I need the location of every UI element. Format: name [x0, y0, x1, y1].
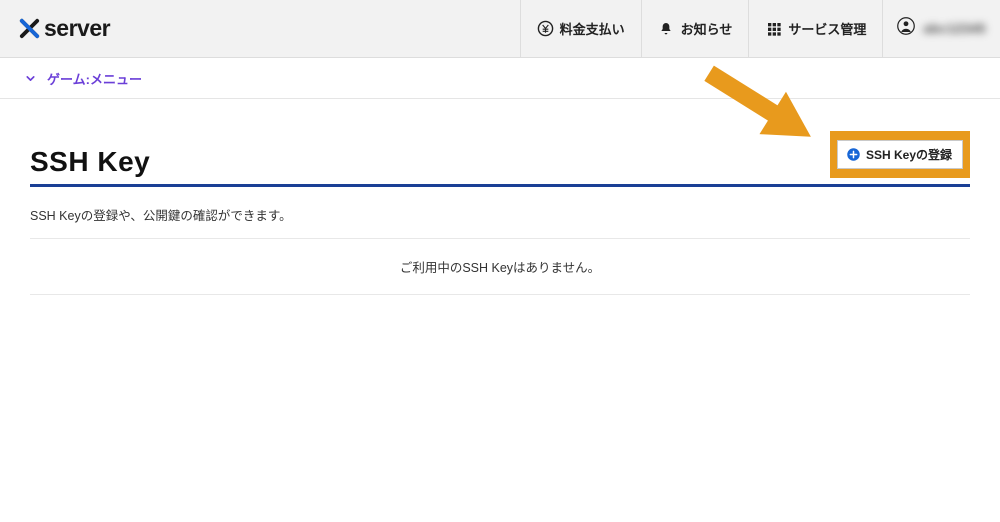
nav-services[interactable]: サービス管理 — [748, 0, 882, 57]
user-icon — [897, 17, 915, 40]
header-nav: 料金支払い お知らせ サービス管理 abc12345 — [520, 0, 1000, 57]
page-title: SSH Key — [30, 146, 150, 178]
brand-x-icon — [18, 17, 41, 40]
brand-name: server — [44, 15, 110, 42]
page-description: SSH Keyの登録や、公開鍵の確認ができます。 — [30, 205, 970, 224]
chevron-down-icon[interactable] — [24, 72, 37, 85]
divider — [30, 294, 970, 295]
nav-news-label: お知らせ — [681, 19, 733, 38]
nav-payment-label: 料金支払い — [560, 19, 625, 38]
nav-services-label: サービス管理 — [788, 19, 866, 38]
register-button-label: SSH Keyの登録 — [866, 146, 952, 163]
yen-icon — [537, 20, 554, 37]
main-content: SSH Key SSH Keyの登録 SSH Keyの登録や、公開鍵の確認ができ… — [0, 99, 1000, 295]
submenu-bar: ゲーム:メニュー — [0, 58, 1000, 99]
page-header: SSH Key SSH Keyの登録 — [30, 131, 970, 187]
submenu-label[interactable]: ゲーム:メニュー — [47, 69, 142, 88]
account-menu[interactable]: abc12345 — [882, 0, 1000, 57]
grid-icon — [765, 20, 782, 37]
account-id: abc12345 — [923, 21, 986, 36]
nav-news[interactable]: お知らせ — [641, 0, 749, 57]
register-highlight: SSH Keyの登録 — [830, 131, 970, 178]
brand-logo[interactable]: server — [0, 0, 110, 57]
register-ssh-key-button[interactable]: SSH Keyの登録 — [837, 140, 963, 169]
empty-state: ご利用中のSSH Keyはありません。 — [30, 239, 970, 294]
plus-circle-icon — [846, 147, 861, 162]
nav-payment[interactable]: 料金支払い — [520, 0, 641, 57]
bell-icon — [658, 20, 675, 37]
global-header: server 料金支払い お知らせ サービス管理 abc12345 — [0, 0, 1000, 58]
